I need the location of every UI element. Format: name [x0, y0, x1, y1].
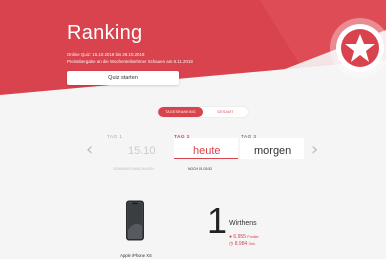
- quiz-start-button[interactable]: Quiz starten: [67, 71, 179, 85]
- chevron-right-icon[interactable]: ›: [311, 141, 318, 159]
- day-1-value[interactable]: 15.10: [128, 145, 156, 157]
- points-value: 6.955: [233, 234, 246, 240]
- hero-banner: Ranking Online Quiz: 15.10.2018 bis 28.1…: [0, 0, 386, 98]
- points-icon: ●: [229, 234, 233, 240]
- time-value: 8.984: [234, 241, 248, 247]
- prize-handover-text: Preisübergabe an die Wochenteilnehmer Sc…: [67, 59, 193, 64]
- clock-icon: ◷: [229, 241, 234, 247]
- day-2-value[interactable]: heute: [193, 145, 221, 157]
- prize-name: Apple iPhone XS: [120, 253, 152, 258]
- leader-points: ● 6.955 Punkte: [229, 234, 259, 240]
- star-badge-icon: [330, 18, 386, 78]
- points-unit: Punkte: [247, 235, 259, 239]
- ranking-page: Ranking Online Quiz: 15.10.2018 bis 28.1…: [0, 0, 386, 259]
- page-title: Ranking: [67, 22, 143, 44]
- day-3-value[interactable]: morgen: [254, 145, 291, 157]
- tab-gesamt[interactable]: GESAMT: [203, 107, 248, 117]
- leader-rank: 1: [207, 200, 228, 241]
- tab-tagesranking[interactable]: TAGESRANKING: [158, 107, 203, 117]
- leader-name: Wirthens: [229, 220, 257, 227]
- countdown-text: NOCH 01:03:52: [188, 167, 213, 171]
- chevron-left-icon[interactable]: ‹: [86, 141, 93, 159]
- phone-icon: [126, 200, 144, 241]
- day-1-label: TAG 1: [107, 135, 123, 140]
- winner-view-link[interactable]: GEWINNER ANSCHAUEN: [113, 167, 154, 171]
- leader-time: ◷ 8.984 Sek.: [229, 241, 256, 247]
- quiz-period-text: Online Quiz: 15.10.2018 bis 28.10.2018: [67, 52, 145, 57]
- day-3-label: TAG 3: [241, 135, 257, 140]
- ranking-tabs: TAGESRANKING GESAMT: [157, 106, 249, 118]
- day-2-label: TAG 2: [174, 135, 190, 140]
- time-unit: Sek.: [248, 242, 256, 246]
